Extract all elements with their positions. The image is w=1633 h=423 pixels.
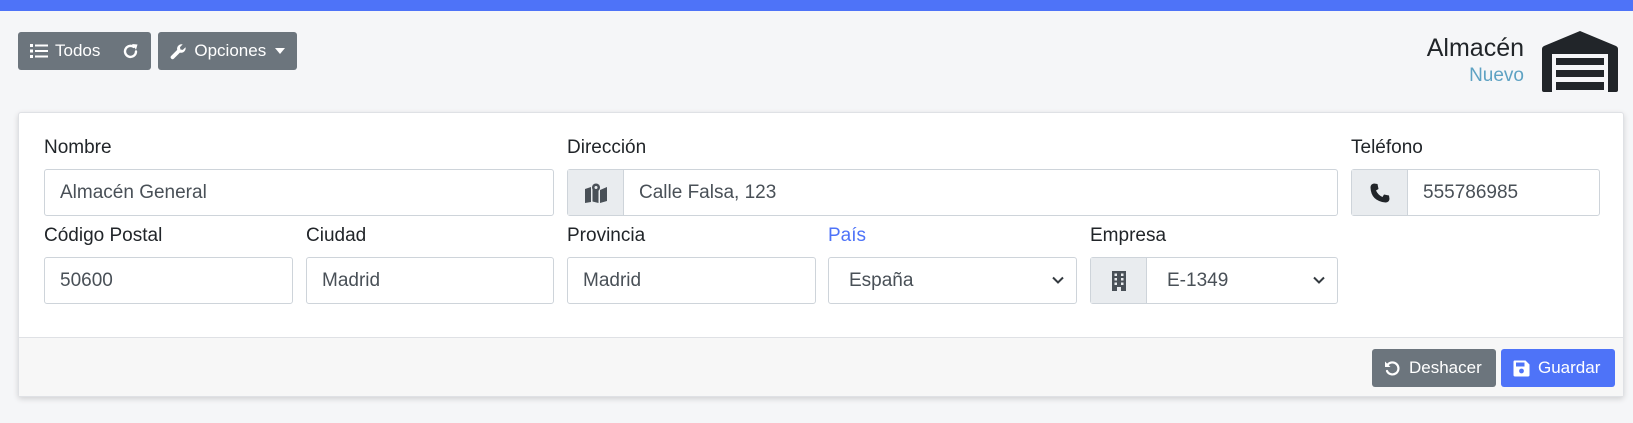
page-subtitle: Nuevo xyxy=(1469,65,1524,86)
ciudad-value: Madrid xyxy=(322,269,381,291)
pais-value: España xyxy=(849,269,914,291)
direccion-value: Calle Falsa, 123 xyxy=(639,181,777,203)
wrench-icon xyxy=(171,43,187,59)
phone-icon xyxy=(1370,183,1389,202)
provincia-value: Madrid xyxy=(583,269,642,291)
top-accent-bar xyxy=(0,0,1633,11)
opciones-label: Opciones xyxy=(194,41,267,60)
direccion-label: Dirección xyxy=(567,137,647,158)
todos-label: Todos xyxy=(55,41,101,60)
telefono-label: Teléfono xyxy=(1351,137,1423,158)
empresa-addon xyxy=(1091,258,1147,303)
empresa-label: Empresa xyxy=(1090,225,1167,246)
save-icon xyxy=(1513,360,1530,376)
telefono-value: 555786985 xyxy=(1423,181,1519,203)
guardar-label: Guardar xyxy=(1538,358,1601,377)
page-title: Almacén xyxy=(1426,34,1524,62)
guardar-button[interactable]: Guardar xyxy=(1501,349,1615,387)
direccion-input[interactable]: Calle Falsa, 123 xyxy=(567,169,1338,216)
caret-down-icon xyxy=(275,48,286,54)
direccion-addon xyxy=(568,170,624,215)
pais-select[interactable]: España xyxy=(828,257,1077,304)
telefono-input[interactable]: 555786985 xyxy=(1351,169,1600,216)
refresh-icon xyxy=(124,43,138,58)
map-icon xyxy=(584,183,607,203)
pais-label-link[interactable]: País xyxy=(828,225,866,247)
building-icon xyxy=(1111,270,1126,291)
title-block: Almacén Nuevo xyxy=(1427,30,1524,89)
nombre-value: Almacén General xyxy=(60,181,207,203)
ciudad-input[interactable]: Madrid xyxy=(306,257,554,304)
provincia-input[interactable]: Madrid xyxy=(567,257,816,304)
toolbar: Todos Opciones xyxy=(18,32,298,70)
codigo-postal-label: Código Postal xyxy=(44,225,163,246)
reload-button[interactable] xyxy=(114,32,152,70)
codigo-postal-input[interactable]: 50600 xyxy=(44,257,293,304)
page-header: Almacén Nuevo xyxy=(1427,30,1618,92)
deshacer-label: Deshacer xyxy=(1409,358,1482,377)
empresa-select[interactable]: E-1349 xyxy=(1090,257,1338,304)
undo-icon xyxy=(1385,360,1400,375)
empresa-value: E-1349 xyxy=(1167,269,1229,291)
codigo-postal-value: 50600 xyxy=(60,269,113,291)
chevron-down-icon xyxy=(1313,276,1325,284)
chevron-down-icon xyxy=(1052,276,1064,284)
nombre-label: Nombre xyxy=(44,137,112,158)
telefono-addon xyxy=(1352,170,1408,215)
list-icon xyxy=(30,44,48,58)
opciones-dropdown-button[interactable]: Opciones xyxy=(158,32,298,70)
provincia-label: Provincia xyxy=(567,225,646,246)
warehouse-icon xyxy=(1542,31,1618,92)
todos-button-group: Todos xyxy=(18,32,152,70)
ciudad-label: Ciudad xyxy=(306,225,367,246)
nombre-input[interactable]: Almacén General xyxy=(44,169,554,216)
todos-button[interactable]: Todos xyxy=(18,32,115,70)
deshacer-button[interactable]: Deshacer xyxy=(1372,349,1496,387)
